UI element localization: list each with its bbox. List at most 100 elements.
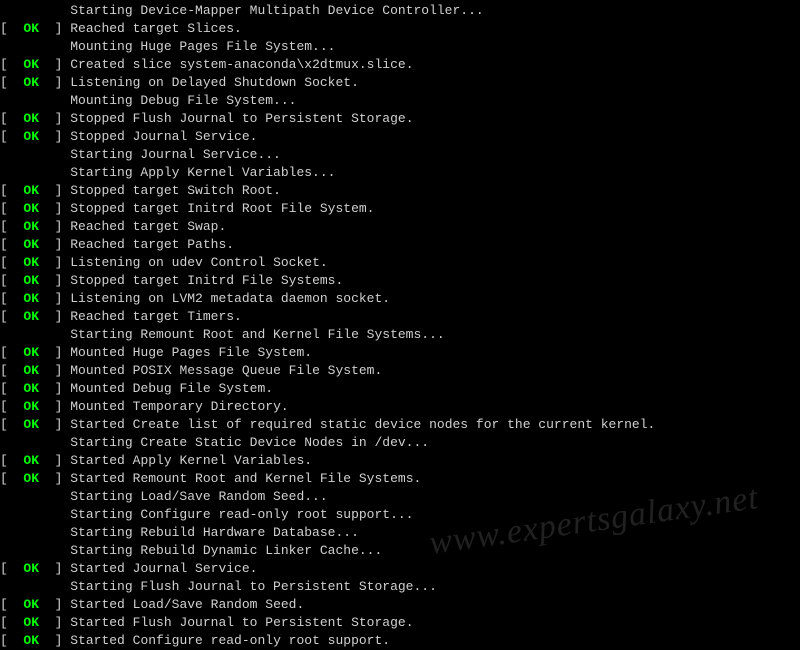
bracket-open: [ [0, 632, 23, 650]
boot-line: Starting Apply Kernel Variables... [0, 164, 800, 182]
boot-message: Listening on Delayed Shutdown Socket. [70, 74, 359, 92]
bracket-open: [ [0, 182, 23, 200]
boot-line: Starting Flush Journal to Persistent Sto… [0, 578, 800, 596]
boot-line: Starting Configure read-only root suppor… [0, 506, 800, 524]
status-ok: OK [23, 560, 39, 578]
boot-line: [ OK ] Stopped target Initrd File System… [0, 272, 800, 290]
indent [0, 488, 70, 506]
bracket-close: ] [39, 452, 70, 470]
boot-message: Starting Rebuild Dynamic Linker Cache... [70, 542, 382, 560]
bracket-close: ] [39, 272, 70, 290]
status-ok: OK [23, 182, 39, 200]
bracket-open: [ [0, 416, 23, 434]
indent [0, 2, 70, 20]
boot-line: [ OK ] Started Apply Kernel Variables. [0, 452, 800, 470]
boot-message: Started Journal Service. [70, 560, 257, 578]
boot-line: [ OK ] Started Configure read-only root … [0, 632, 800, 650]
bracket-open: [ [0, 470, 23, 488]
boot-line: [ OK ] Started Remount Root and Kernel F… [0, 470, 800, 488]
status-ok: OK [23, 470, 39, 488]
boot-line: [ OK ] Stopped target Initrd Root File S… [0, 200, 800, 218]
boot-message: Mounted Temporary Directory. [70, 398, 288, 416]
boot-line: [ OK ] Started Flush Journal to Persiste… [0, 614, 800, 632]
bracket-open: [ [0, 344, 23, 362]
boot-line: [ OK ] Listening on Delayed Shutdown Soc… [0, 74, 800, 92]
boot-line: Mounting Huge Pages File System... [0, 38, 800, 56]
bracket-open: [ [0, 308, 23, 326]
boot-message: Mounted Huge Pages File System. [70, 344, 312, 362]
bracket-open: [ [0, 74, 23, 92]
indent [0, 326, 70, 344]
status-ok: OK [23, 380, 39, 398]
status-ok: OK [23, 218, 39, 236]
bracket-close: ] [39, 218, 70, 236]
boot-message: Starting Flush Journal to Persistent Sto… [70, 578, 437, 596]
boot-message: Mounting Debug File System... [70, 92, 296, 110]
bracket-close: ] [39, 236, 70, 254]
boot-message: Started Configure read-only root support… [70, 632, 390, 650]
boot-line: Starting Create Static Device Nodes in /… [0, 434, 800, 452]
bracket-close: ] [39, 182, 70, 200]
status-ok: OK [23, 416, 39, 434]
status-ok: OK [23, 128, 39, 146]
bracket-open: [ [0, 362, 23, 380]
boot-line: [ OK ] Listening on udev Control Socket. [0, 254, 800, 272]
indent [0, 506, 70, 524]
boot-line: [ OK ] Mounted POSIX Message Queue File … [0, 362, 800, 380]
bracket-open: [ [0, 452, 23, 470]
boot-line: [ OK ] Reached target Timers. [0, 308, 800, 326]
bracket-close: ] [39, 632, 70, 650]
status-ok: OK [23, 308, 39, 326]
indent [0, 92, 70, 110]
bracket-open: [ [0, 200, 23, 218]
bracket-close: ] [39, 308, 70, 326]
boot-message: Stopped Flush Journal to Persistent Stor… [70, 110, 413, 128]
bracket-open: [ [0, 614, 23, 632]
boot-message: Mounting Huge Pages File System... [70, 38, 335, 56]
bracket-close: ] [39, 380, 70, 398]
status-ok: OK [23, 56, 39, 74]
bracket-open: [ [0, 380, 23, 398]
boot-console: Starting Device-Mapper Multipath Device … [0, 2, 800, 650]
bracket-close: ] [39, 416, 70, 434]
bracket-open: [ [0, 254, 23, 272]
indent [0, 578, 70, 596]
bracket-close: ] [39, 470, 70, 488]
status-ok: OK [23, 596, 39, 614]
bracket-open: [ [0, 596, 23, 614]
boot-message: Starting Apply Kernel Variables... [70, 164, 335, 182]
boot-message: Started Remount Root and Kernel File Sys… [70, 470, 421, 488]
status-ok: OK [23, 20, 39, 38]
boot-message: Started Flush Journal to Persistent Stor… [70, 614, 413, 632]
boot-message: Created slice system-anaconda\x2dtmux.sl… [70, 56, 413, 74]
status-ok: OK [23, 290, 39, 308]
bracket-close: ] [39, 110, 70, 128]
boot-message: Started Apply Kernel Variables. [70, 452, 312, 470]
bracket-close: ] [39, 596, 70, 614]
boot-message: Starting Load/Save Random Seed... [70, 488, 327, 506]
boot-line: Starting Device-Mapper Multipath Device … [0, 2, 800, 20]
boot-message: Stopped target Initrd Root File System. [70, 200, 374, 218]
boot-line: [ OK ] Started Create list of required s… [0, 416, 800, 434]
boot-line: Starting Remount Root and Kernel File Sy… [0, 326, 800, 344]
bracket-close: ] [39, 254, 70, 272]
bracket-close: ] [39, 398, 70, 416]
status-ok: OK [23, 272, 39, 290]
indent [0, 38, 70, 56]
boot-message: Stopped target Initrd File Systems. [70, 272, 343, 290]
bracket-open: [ [0, 110, 23, 128]
bracket-open: [ [0, 398, 23, 416]
boot-line: [ OK ] Mounted Debug File System. [0, 380, 800, 398]
boot-message: Reached target Slices. [70, 20, 242, 38]
boot-line: [ OK ] Started Journal Service. [0, 560, 800, 578]
boot-line: [ OK ] Stopped target Switch Root. [0, 182, 800, 200]
boot-line: Starting Journal Service... [0, 146, 800, 164]
boot-line: [ OK ] Reached target Swap. [0, 218, 800, 236]
boot-line: [ OK ] Stopped Journal Service. [0, 128, 800, 146]
boot-message: Stopped Journal Service. [70, 128, 257, 146]
bracket-close: ] [39, 560, 70, 578]
boot-line: [ OK ] Mounted Temporary Directory. [0, 398, 800, 416]
boot-message: Reached target Swap. [70, 218, 226, 236]
boot-message: Starting Journal Service... [70, 146, 281, 164]
boot-message: Starting Configure read-only root suppor… [70, 506, 413, 524]
